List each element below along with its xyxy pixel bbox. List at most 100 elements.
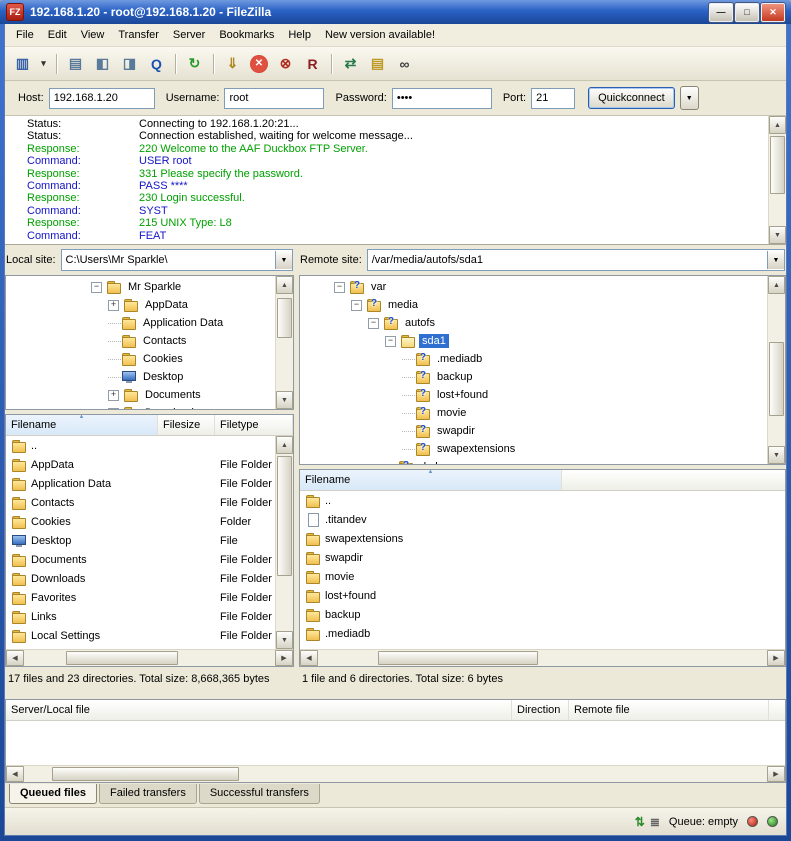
username-input[interactable] <box>224 88 324 109</box>
speed-limit-icon[interactable]: ⇅ <box>635 815 645 829</box>
tree-expander-icon[interactable]: − <box>368 318 379 329</box>
tree-item-desktop[interactable]: Desktop <box>6 368 275 386</box>
tree-expander-icon[interactable]: − <box>334 282 345 293</box>
remote-tree-scrollbar-thumb[interactable] <box>769 342 784 416</box>
file-row-movie[interactable]: movie <box>300 567 785 586</box>
tree-item-documents[interactable]: +Documents <box>6 386 275 404</box>
remote-list-hscrollbar[interactable]: ◀ ▶ <box>300 649 785 666</box>
log-scrollbar-track[interactable] <box>769 134 786 226</box>
menu-item-view[interactable]: View <box>74 25 112 45</box>
tree-item-dvd[interactable]: ?dvd <box>300 458 767 464</box>
quickconnect-button[interactable]: Quickconnect <box>588 87 675 109</box>
menu-item-server[interactable]: Server <box>166 25 212 45</box>
tree-item-var[interactable]: −?var <box>300 278 767 296</box>
tree-item-media[interactable]: −?media <box>300 296 767 314</box>
scroll-down-icon[interactable]: ▼ <box>276 391 293 409</box>
filter-icon[interactable]: ≣ <box>650 815 660 829</box>
scroll-up-icon[interactable]: ▲ <box>276 276 293 294</box>
process-queue-button[interactable]: ⇓ <box>220 53 245 75</box>
log-scrollbar[interactable]: ▲ ▼ <box>768 116 786 244</box>
file-row-titandev[interactable]: .titandev <box>300 510 785 529</box>
toggle-queue-button[interactable]: Q <box>144 53 169 75</box>
column-header-filesize[interactable]: Filesize <box>158 415 215 435</box>
column-header-remote-file[interactable]: Remote file <box>569 700 769 720</box>
tree-item-contacts[interactable]: Contacts <box>6 332 275 350</box>
scroll-down-icon[interactable]: ▼ <box>768 446 785 464</box>
combo-dropdown-icon[interactable]: ▼ <box>767 251 784 269</box>
site-manager-button[interactable]: ▥ <box>10 53 35 75</box>
file-row-swapextensions[interactable]: swapextensions <box>300 529 785 548</box>
minimize-button[interactable]: — <box>709 3 733 22</box>
local-list-scrollbar-track[interactable] <box>276 454 293 631</box>
scroll-right-icon[interactable]: ▶ <box>275 650 293 666</box>
column-header-filetype[interactable]: Filetype <box>215 415 293 435</box>
toggle-log-button[interactable]: ▤ <box>63 53 88 75</box>
tree-item-sda1[interactable]: −sda1 <box>300 332 767 350</box>
queue-hscrollbar[interactable]: ◀ ▶ <box>6 765 785 782</box>
file-row-favorites[interactable]: FavoritesFile Folder <box>6 588 275 607</box>
site-manager-dropdown[interactable]: ▾ <box>37 53 50 75</box>
synchronized-browsing-button[interactable]: ▤ <box>365 53 390 75</box>
scroll-left-icon[interactable]: ◀ <box>6 766 24 782</box>
menu-item-edit[interactable]: Edit <box>41 25 74 45</box>
local-list-scrollbar-thumb[interactable] <box>277 456 292 576</box>
menu-item-transfer[interactable]: Transfer <box>111 25 166 45</box>
tree-item-swapextensions[interactable]: ?swapextensions <box>300 440 767 458</box>
find-files-button[interactable]: ∞ <box>392 53 417 75</box>
tree-item-application-data[interactable]: Application Data <box>6 314 275 332</box>
local-site-combo[interactable]: C:\Users\Mr Sparkle\ ▼ <box>61 249 293 271</box>
tree-expander-icon[interactable]: + <box>108 300 119 311</box>
file-row-item[interactable]: .. <box>300 491 785 510</box>
toggle-local-tree-button[interactable]: ◧ <box>90 53 115 75</box>
local-list-hscrollbar-track[interactable] <box>24 650 275 666</box>
tree-expander-icon[interactable]: − <box>91 282 102 293</box>
scroll-left-icon[interactable]: ◀ <box>300 650 318 666</box>
file-row-downloads[interactable]: DownloadsFile Folder <box>6 569 275 588</box>
maximize-button[interactable]: □ <box>735 3 759 22</box>
scroll-left-icon[interactable]: ◀ <box>6 650 24 666</box>
file-row-application-data[interactable]: Application DataFile Folder <box>6 474 275 493</box>
menu-item-help[interactable]: Help <box>281 25 318 45</box>
file-row-swapdir[interactable]: swapdir <box>300 548 785 567</box>
close-button[interactable]: ✕ <box>761 3 785 22</box>
file-row-item[interactable]: .. <box>6 436 275 455</box>
local-tree-scrollbar-thumb[interactable] <box>277 298 292 338</box>
tree-item-swapdir[interactable]: ?swapdir <box>300 422 767 440</box>
combo-dropdown-icon[interactable]: ▼ <box>275 251 292 269</box>
quickconnect-dropdown-icon[interactable]: ▼ <box>680 86 699 110</box>
scroll-right-icon[interactable]: ▶ <box>767 650 785 666</box>
local-list-hscrollbar[interactable]: ◀ ▶ <box>6 649 293 666</box>
tree-item-downloads[interactable]: +Downloads <box>6 404 275 409</box>
file-row-desktop[interactable]: DesktopFile <box>6 531 275 550</box>
file-row-mediadb[interactable]: .mediadb <box>300 624 785 643</box>
menu-item-new-version-notice[interactable]: New version available! <box>318 25 442 45</box>
file-row-lost-found[interactable]: lost+found <box>300 586 785 605</box>
remote-site-combo[interactable]: /var/media/autofs/sda1 ▼ <box>367 249 785 271</box>
scroll-up-icon[interactable]: ▲ <box>768 276 785 294</box>
directory-comparison-button[interactable]: ⇄ <box>338 53 363 75</box>
local-list-hscrollbar-thumb[interactable] <box>66 651 178 665</box>
file-row-local-settings[interactable]: Local SettingsFile Folder <box>6 626 275 645</box>
remote-tree-scrollbar[interactable]: ▲ ▼ <box>767 276 785 464</box>
scroll-up-icon[interactable]: ▲ <box>769 116 786 134</box>
file-row-contacts[interactable]: ContactsFile Folder <box>6 493 275 512</box>
remote-list-hscrollbar-track[interactable] <box>318 650 767 666</box>
column-header-server-local-file[interactable]: Server/Local file <box>6 700 512 720</box>
reconnect-button[interactable]: R <box>300 53 325 75</box>
tree-item-appdata[interactable]: +AppData <box>6 296 275 314</box>
menu-item-bookmarks[interactable]: Bookmarks <box>212 25 281 45</box>
remote-tree-scrollbar-track[interactable] <box>768 294 785 446</box>
local-list-scrollbar[interactable]: ▲ ▼ <box>275 436 293 649</box>
password-input[interactable] <box>392 88 492 109</box>
file-row-links[interactable]: LinksFile Folder <box>6 607 275 626</box>
menu-item-file[interactable]: File <box>9 25 41 45</box>
tree-item-lost-found[interactable]: ?lost+found <box>300 386 767 404</box>
tab-successful-transfers[interactable]: Successful transfers <box>199 784 320 804</box>
local-tree-scrollbar-track[interactable] <box>276 294 293 391</box>
tree-expander-icon[interactable]: + <box>108 390 119 401</box>
column-header-direction[interactable]: Direction <box>512 700 569 720</box>
scroll-down-icon[interactable]: ▼ <box>276 631 293 649</box>
disconnect-button[interactable]: ⊗ <box>273 53 298 75</box>
tree-item-mr-sparkle[interactable]: −Mr Sparkle <box>6 278 275 296</box>
title-bar[interactable]: FZ 192.168.1.20 - root@192.168.1.20 - Fi… <box>0 0 791 24</box>
